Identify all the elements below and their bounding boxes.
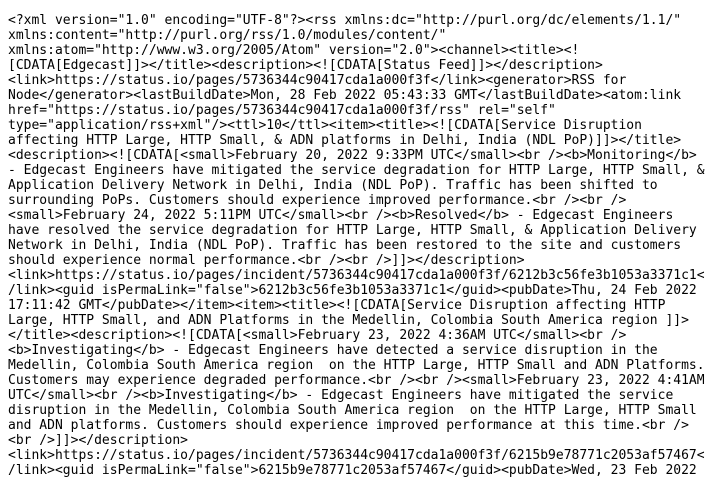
xml-text-line: <description><![CDATA[<small>February 20… bbox=[8, 148, 697, 163]
xml-text-line: Customers may experience degraded perfor… bbox=[8, 373, 705, 388]
xml-text-line: [CDATA[Edgecast]]></title><description><… bbox=[8, 58, 603, 73]
xml-text-line: Network in Delhi, India (NDL PoP). Traff… bbox=[8, 238, 682, 253]
xml-text-line: /link><guid isPermaLink="false">6215b9e7… bbox=[8, 463, 697, 478]
xml-text-line: Application Delivery Network in Delhi, I… bbox=[8, 178, 658, 193]
xml-text-line: href="https://status.io/pages/5736344c90… bbox=[8, 103, 556, 118]
xml-text-line: <small>February 24, 2022 5:11PM UTC</sma… bbox=[8, 208, 674, 223]
xml-text-line: Large, HTTP Small, and ADN Platforms in … bbox=[8, 313, 689, 328]
xml-text-line: UTC</small><br /><b>Investigating</b> - … bbox=[8, 388, 674, 403]
xml-text-line: 17:11:42 GMT</pubDate></item><item><titl… bbox=[8, 298, 666, 313]
xml-text-line: surrounding PoPs. Customers should exper… bbox=[8, 193, 627, 208]
xml-text-line: <?xml version="1.0" encoding="UTF-8"?><r… bbox=[8, 13, 682, 28]
xml-text-line: /link><guid isPermaLink="false">6212b3c5… bbox=[8, 283, 697, 298]
xml-text-line: <link>https://status.io/pages/incident/5… bbox=[8, 448, 705, 463]
xml-text-line: Medellin, Colombia South America region … bbox=[8, 358, 705, 373]
xml-text-line: <link>https://status.io/pages/5736344c90… bbox=[8, 73, 627, 88]
xml-text-line: xmlns:content="http://purl.org/rss/1.0/m… bbox=[8, 28, 447, 43]
xml-text-line: Node</generator><lastBuildDate>Mon, 28 F… bbox=[8, 88, 682, 103]
xml-text-line: xmlns:atom="http://www.w3.org/2005/Atom"… bbox=[8, 43, 580, 58]
xml-text-line: <link>https://status.io/pages/incident/5… bbox=[8, 268, 705, 283]
xml-text-line: type="application/rss+xml"/><ttl>10</ttl… bbox=[8, 118, 642, 133]
xml-text-line: - Edgecast Engineers have mitigated the … bbox=[8, 163, 705, 178]
xml-text-line: affecting HTTP Large, HTTP Small, & ADN … bbox=[8, 133, 682, 148]
xml-text-line: disruption in the Medellin, Colombia Sou… bbox=[8, 403, 697, 418]
xml-text-line: have resolved the service degradation fo… bbox=[8, 223, 697, 238]
raw-xml-document: <?xml version="1.0" encoding="UTF-8"?><r… bbox=[0, 0, 720, 480]
xml-text-line: should experience normal performance.<br… bbox=[8, 253, 525, 268]
xml-text-line: </title><description><![CDATA[<small>Feb… bbox=[8, 328, 627, 343]
xml-text-line: <b>Investigating</b> - Edgecast Engineer… bbox=[8, 343, 658, 358]
xml-text-line: and ADN platforms. Customers should expe… bbox=[8, 418, 689, 433]
xml-text-line: <br />]]></description> bbox=[8, 433, 189, 448]
